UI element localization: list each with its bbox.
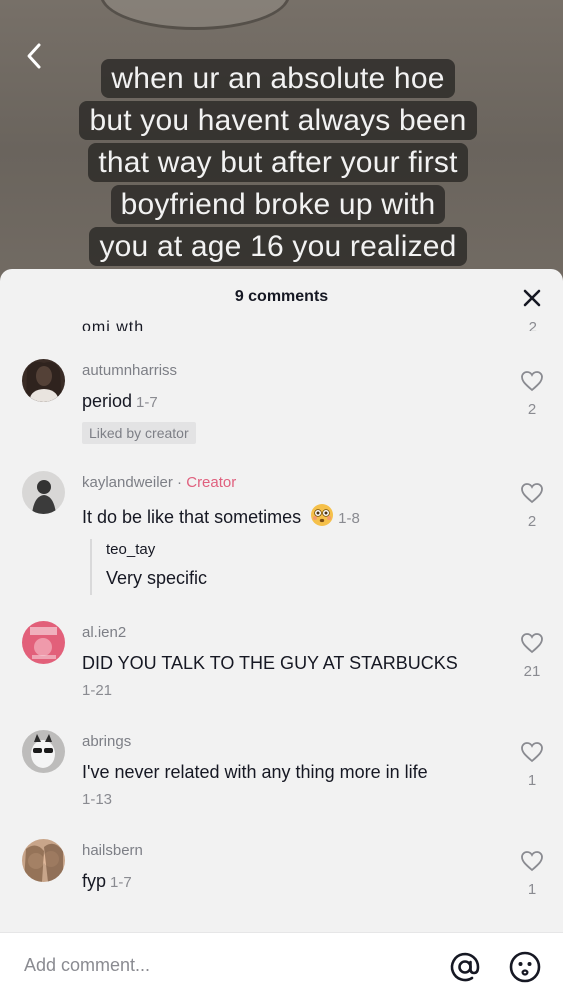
back-button[interactable] (16, 36, 52, 76)
flushed-face-emoji-icon (311, 504, 334, 526)
comment-text: DID YOU TALK TO THE GUY AT STARBUCKS (82, 653, 458, 673)
emoji-face-icon (509, 951, 541, 983)
peek-comment-text: omi wth (82, 319, 145, 331)
heart-icon (521, 633, 543, 654)
at-icon (450, 952, 480, 982)
like-button[interactable]: 2 (519, 482, 545, 530)
video-caption: when ur an absolute hoe but you havent a… (62, 58, 494, 268)
like-button[interactable]: 1 (519, 741, 545, 789)
heart-icon (521, 851, 543, 872)
like-count: 21 (523, 663, 541, 680)
comment-date: 1-21 (82, 682, 113, 699)
close-icon (523, 289, 541, 307)
avatar[interactable] (22, 359, 65, 402)
caption-line: when ur an absolute hoe (101, 59, 455, 98)
comment-username[interactable]: al.ien2 (82, 624, 126, 641)
caption-line: that way but after your first (88, 143, 468, 182)
comment-input[interactable] (24, 955, 404, 976)
comment-date: 1-13 (82, 791, 113, 808)
reply-text: Very specific (106, 568, 208, 588)
comment-text: fyp 1-7 (82, 871, 132, 892)
comment-body: period (82, 391, 133, 411)
comment-body: It do be like that sometimes (82, 507, 302, 527)
avatar[interactable] (22, 730, 65, 773)
comment-date: 1-7 (110, 874, 132, 891)
mention-button[interactable] (448, 950, 482, 984)
avatar[interactable] (22, 839, 65, 882)
comment-text: It do be like that sometimes 1-8 (82, 503, 360, 528)
peek-like-count: 2 (528, 319, 537, 331)
caption-line: you at age 16 you realized (89, 227, 467, 266)
comments-sheet: 9 comments omi wth 2 autumnharriss perio… (0, 269, 563, 1000)
creator-tag: Creator (186, 474, 237, 491)
like-count: 1 (527, 772, 537, 789)
comment-author[interactable]: kaylandweiler (82, 474, 173, 491)
comment-date: 1-8 (338, 510, 360, 527)
close-button[interactable] (521, 287, 543, 309)
reply-username: teo_tay (106, 541, 156, 558)
comment-username[interactable]: hailsbern (82, 842, 143, 859)
chevron-left-icon (27, 43, 41, 69)
caption-line: boyfriend broke up with (110, 185, 446, 224)
emoji-button[interactable] (508, 950, 542, 984)
caption-line: but you havent always been (79, 101, 477, 140)
comments-count-title: 9 comments (234, 288, 329, 305)
like-button[interactable]: 2 (519, 370, 545, 418)
comment-text: period 1-7 (82, 391, 158, 412)
like-button[interactable]: 21 (519, 632, 545, 680)
comment-date: 1-7 (136, 394, 158, 411)
heart-icon (521, 742, 543, 763)
comment-username[interactable]: abrings (82, 733, 131, 750)
partially-scrolled-comment: omi wth 2 (0, 315, 563, 331)
like-button[interactable]: 1 (519, 850, 545, 898)
comment-text: I've never related with any thing more i… (82, 762, 428, 782)
comment-username[interactable]: autumnharriss (82, 362, 177, 379)
video-background: when ur an absolute hoe but you havent a… (0, 0, 563, 300)
liked-by-creator-badge: Liked by creator (82, 422, 196, 444)
video-object (100, 0, 290, 30)
comment-username: kaylandweiler · Creator (82, 474, 236, 491)
like-count: 2 (527, 513, 537, 530)
heart-icon (521, 483, 543, 504)
comment-input-bar (0, 932, 563, 1000)
reply-preview[interactable]: teo_tay Very specific (90, 539, 207, 595)
like-count: 2 (527, 401, 537, 418)
separator-dot: · (172, 474, 187, 491)
avatar[interactable] (22, 471, 65, 514)
comment-body: fyp (82, 871, 107, 891)
heart-icon (521, 371, 543, 392)
like-count: 1 (527, 881, 537, 898)
avatar[interactable] (22, 621, 65, 664)
